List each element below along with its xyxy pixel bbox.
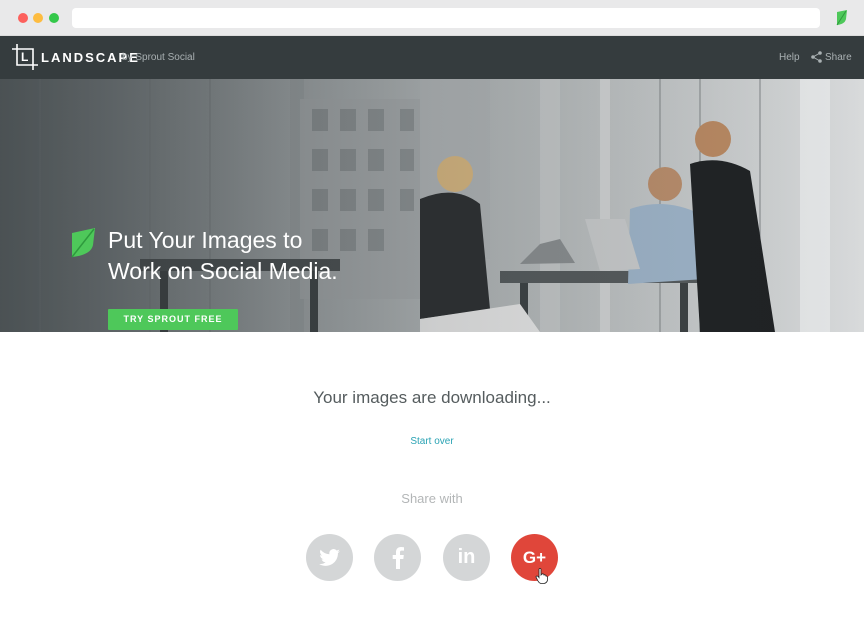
hero-headline-line2: Work on Social Media. [108, 258, 338, 284]
logo-byline: by Sprout Social [122, 52, 195, 63]
hero-headline-line1: Put Your Images to [108, 227, 303, 253]
download-status: Your images are downloading... [313, 388, 551, 407]
share-facebook-button[interactable] [374, 534, 421, 581]
share-linkedin-button[interactable]: in [443, 534, 490, 581]
office-photo [0, 79, 864, 332]
browser-chrome [0, 0, 864, 36]
share-icon [811, 51, 822, 63]
google-plus-icon: G+ [522, 547, 547, 567]
help-link[interactable]: Help [779, 52, 800, 63]
svg-text:L: L [21, 50, 28, 64]
linkedin-icon: in [457, 546, 476, 568]
twitter-icon [318, 548, 340, 566]
close-window-button[interactable] [18, 13, 28, 23]
sprout-leaf-icon [71, 228, 95, 258]
share-link[interactable]: Share [811, 50, 852, 64]
sprout-leaf-icon[interactable] [834, 10, 848, 26]
minimize-window-button[interactable] [33, 13, 43, 23]
share-with-heading: Share with [401, 491, 463, 506]
landscape-logo-icon[interactable]: L [12, 44, 38, 70]
try-sprout-free-button[interactable]: TRY SPROUT FREE [108, 309, 238, 330]
facebook-icon [392, 546, 404, 569]
hero-headline: Put Your Images to Work on Social Media. [108, 225, 398, 287]
address-bar[interactable] [72, 8, 820, 28]
app-header: L LANDSCAPE by Sprout Social Help Share [0, 36, 864, 79]
start-over-container: Start over [0, 436, 864, 447]
hero-banner: Put Your Images to Work on Social Media.… [0, 79, 864, 332]
share-twitter-button[interactable] [306, 534, 353, 581]
maximize-window-button[interactable] [49, 13, 59, 23]
start-over-link[interactable]: Start over [410, 436, 453, 447]
hand-cursor-icon [535, 568, 548, 584]
share-label: Share [825, 51, 852, 63]
